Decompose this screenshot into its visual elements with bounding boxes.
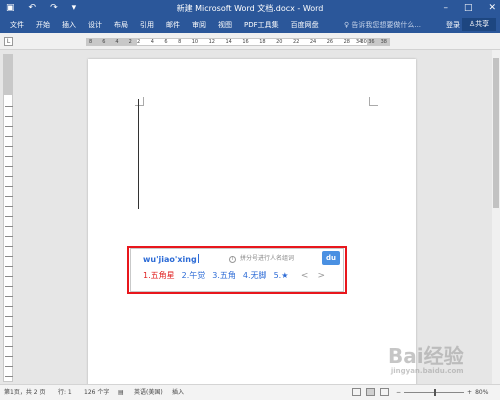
status-mode[interactable]: 插入 bbox=[172, 388, 184, 397]
ruler-number: 6 bbox=[164, 39, 168, 45]
ruler-number: 8 bbox=[178, 39, 182, 45]
tab-insert[interactable]: 插入 bbox=[56, 20, 82, 30]
tab-design[interactable]: 设计 bbox=[82, 20, 108, 30]
baidu-jingyan-watermark: Bai经验 jingyan.baidu.com bbox=[388, 340, 464, 375]
status-line[interactable]: 行: 1 bbox=[58, 388, 72, 397]
status-language[interactable]: 英语(美国) bbox=[134, 388, 163, 397]
proofing-icon[interactable]: ▤ bbox=[118, 388, 124, 397]
share-label: 共享 bbox=[475, 20, 490, 28]
ruler-number: 28 bbox=[343, 39, 350, 45]
ruler-number: 20 bbox=[276, 39, 283, 45]
close-button[interactable]: ✕ bbox=[488, 1, 496, 15]
annotation-highlight-box bbox=[127, 246, 347, 294]
ruler-number: 4 bbox=[115, 39, 119, 45]
scrollbar-thumb[interactable] bbox=[493, 58, 499, 208]
window-title: 新建 Microsoft Word 文档.docx - Word bbox=[176, 4, 324, 13]
tab-layout[interactable]: 布局 bbox=[108, 20, 134, 30]
login-button[interactable]: 登录 bbox=[446, 20, 460, 30]
share-button[interactable]: ♙共享 bbox=[462, 18, 496, 31]
status-words[interactable]: 126 个字 bbox=[84, 388, 109, 397]
ruler-number: 6 bbox=[102, 39, 106, 45]
ruler-number: 12 bbox=[208, 39, 215, 45]
ruler-number: 18 bbox=[259, 39, 266, 45]
tab-file[interactable]: 文件 bbox=[4, 20, 30, 30]
tab-baidu-netdisk[interactable]: 百度网盘 bbox=[285, 20, 325, 30]
tell-me-text: 告诉我您想要做什么... bbox=[351, 21, 422, 29]
ruler-number: 4 bbox=[150, 39, 154, 45]
watermark-text: Bai经验 bbox=[388, 344, 464, 368]
tab-pdf-tools[interactable]: PDF工具集 bbox=[238, 20, 285, 30]
tab-references[interactable]: 引用 bbox=[134, 20, 160, 30]
web-layout-icon[interactable] bbox=[380, 388, 389, 396]
ruler-number: 26 bbox=[326, 39, 334, 45]
ruler-number: 2 bbox=[137, 39, 141, 45]
ruler-numbers: 2 4 6 8 10 12 14 16 18 20 22 24 26 28 30 bbox=[137, 38, 367, 46]
tab-view[interactable]: 视图 bbox=[212, 20, 238, 30]
ruler-number: 36 bbox=[368, 39, 375, 45]
ruler-number: 22 bbox=[293, 39, 300, 45]
horizontal-ruler[interactable]: 8 6 4 2 2 4 6 8 10 12 14 16 18 20 22 24 … bbox=[86, 38, 390, 46]
tab-home[interactable]: 开始 bbox=[30, 20, 56, 30]
zoom-level[interactable]: 80% bbox=[475, 388, 488, 397]
ruler-right-numbers: 34 36 38 bbox=[356, 38, 387, 46]
document-area[interactable] bbox=[14, 50, 492, 384]
vertical-scrollbar[interactable] bbox=[492, 50, 500, 384]
ruler-number: 16 bbox=[242, 39, 249, 45]
tab-review[interactable]: 审阅 bbox=[186, 20, 212, 30]
ruler-left-numbers: 8 6 4 2 bbox=[89, 38, 132, 46]
horizontal-ruler-bar: L 8 6 4 2 2 4 6 8 10 12 14 16 18 20 22 2… bbox=[0, 33, 500, 50]
view-buttons bbox=[352, 388, 389, 396]
ruler-number: 34 bbox=[355, 39, 363, 45]
vertical-ruler[interactable] bbox=[3, 54, 13, 382]
zoom-slider[interactable] bbox=[404, 389, 465, 396]
watermark-subtext: jingyan.baidu.com bbox=[390, 367, 464, 375]
tab-selector-icon[interactable]: L bbox=[4, 37, 13, 46]
ruler-number: 24 bbox=[309, 39, 317, 45]
zoom-out-button[interactable]: − bbox=[396, 388, 401, 397]
status-page[interactable]: 第1页，共 2 页 bbox=[4, 388, 45, 397]
margin-corner-mark bbox=[369, 97, 378, 106]
margin-corner-mark bbox=[135, 97, 144, 106]
text-cursor bbox=[138, 99, 139, 209]
restore-button[interactable]: □ bbox=[464, 1, 473, 15]
vertical-ruler-ticks bbox=[5, 97, 13, 377]
tell-me-search[interactable]: ♀ 告诉我您想要做什么... bbox=[344, 20, 421, 30]
title-bar: ▣ ↶ ↷ ▾ 新建 Microsoft Word 文档.docx - Word… bbox=[0, 0, 500, 17]
ribbon-tabs: 文件 开始 插入 设计 布局 引用 邮件 审阅 视图 PDF工具集 百度网盘 ♀… bbox=[0, 17, 500, 33]
minimize-button[interactable]: – bbox=[443, 1, 448, 15]
ruler-number: 8 bbox=[89, 39, 93, 45]
zoom-in-button[interactable]: + bbox=[467, 388, 472, 397]
tab-mailings[interactable]: 邮件 bbox=[160, 20, 186, 30]
ruler-number: 2 bbox=[128, 39, 132, 45]
zoom-control: − + 80% bbox=[396, 388, 488, 397]
read-mode-icon[interactable] bbox=[352, 388, 361, 396]
ruler-number: 10 bbox=[191, 39, 199, 45]
ruler-number: 38 bbox=[380, 39, 387, 45]
ruler-number: 14 bbox=[225, 39, 232, 45]
print-layout-icon[interactable] bbox=[366, 388, 375, 396]
top-margin-area bbox=[4, 55, 12, 95]
window-controls: – □ ✕ bbox=[443, 1, 496, 15]
status-bar: 第1页，共 2 页 行: 1 126 个字 ▤ 英语(美国) 插入 − + 80… bbox=[0, 384, 500, 400]
document-page[interactable] bbox=[88, 59, 416, 384]
